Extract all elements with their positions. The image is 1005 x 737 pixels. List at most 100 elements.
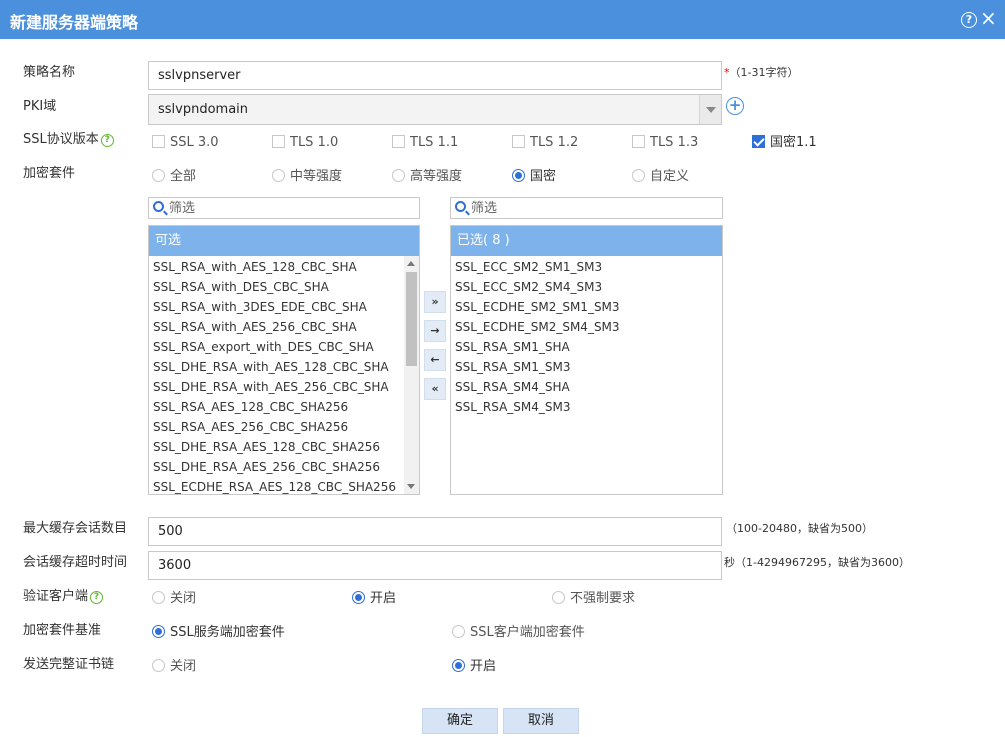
checkbox-icon[interactable]	[272, 135, 285, 148]
radio-icon[interactable]	[152, 659, 165, 672]
ssl-version-tls12[interactable]: TLS 1.2	[512, 134, 578, 152]
scroll-up-icon[interactable]	[407, 261, 415, 266]
radio-icon[interactable]	[152, 591, 165, 604]
list-item[interactable]: SSL_DHE_RSA_with_AES_256_CBC_SHA	[149, 377, 419, 397]
list-item[interactable]: SSL_ECDHE_RSA_AES_128_CBC_SHA256	[149, 477, 419, 494]
list-item[interactable]: SSL_ECC_SM2_SM1_SM3	[451, 257, 722, 277]
list-item[interactable]: SSL_RSA_SM1_SHA	[451, 337, 722, 357]
ssl-version-ssl30[interactable]: SSL 3.0	[152, 134, 219, 152]
suite-basis-label: 加密套件基准	[23, 623, 102, 638]
list-item[interactable]: SSL_DHE_RSA_AES_256_CBC_SHA256	[149, 457, 419, 477]
cache-timeout-label: 会话缓存超时时间	[23, 555, 128, 570]
selected-list[interactable]: 已选( 8 ) SSL_ECC_SM2_SM1_SM3 SSL_ECC_SM2_…	[450, 225, 723, 495]
list-item[interactable]: SSL_RSA_SM1_SM3	[451, 357, 722, 377]
radio-icon[interactable]	[632, 169, 645, 182]
list-item[interactable]: SSL_RSA_with_3DES_EDE_CBC_SHA	[149, 297, 419, 317]
available-list[interactable]: 可选 SSL_RSA_with_AES_128_CBC_SHA SSL_RSA_…	[148, 225, 420, 495]
question-icon[interactable]: ?	[100, 134, 114, 147]
add-pki-domain-icon[interactable]: +	[726, 97, 744, 115]
pki-domain-value: sslvpndomain	[158, 102, 249, 117]
cipher-suite-medium[interactable]: 中等强度	[272, 168, 342, 186]
list-item[interactable]: SSL_ECDHE_SM2_SM4_SM3	[451, 317, 722, 337]
policy-name-label: 策略名称	[23, 65, 76, 80]
available-filter[interactable]	[148, 197, 420, 219]
ssl-version-tls11[interactable]: TLS 1.1	[392, 134, 458, 152]
list-item[interactable]: SSL_RSA_AES_256_CBC_SHA256	[149, 417, 419, 437]
list-item[interactable]: SSL_RSA_with_AES_256_CBC_SHA	[149, 317, 419, 337]
checkbox-icon[interactable]	[632, 135, 645, 148]
selected-items: SSL_ECC_SM2_SM1_SM3 SSL_ECC_SM2_SM4_SM3 …	[451, 256, 722, 417]
verify-client-optional[interactable]: 不强制要求	[552, 590, 635, 608]
selected-filter-input[interactable]	[471, 200, 718, 216]
scroll-thumb[interactable]	[406, 272, 417, 366]
search-icon	[455, 201, 466, 212]
cancel-button[interactable]: 取消	[503, 708, 579, 734]
help-icon[interactable]: ?	[961, 12, 977, 28]
list-item[interactable]: SSL_RSA_AES_128_CBC_SHA256	[149, 397, 419, 417]
ssl-version-tls13[interactable]: TLS 1.3	[632, 134, 698, 152]
checkbox-icon[interactable]	[392, 135, 405, 148]
cache-timeout-hint: 秒（1-4294967295，缺省为3600）	[724, 556, 910, 569]
ssl-version-tls10[interactable]: TLS 1.0	[272, 134, 338, 152]
suite-basis-client[interactable]: SSL客户端加密套件	[452, 624, 585, 642]
selected-filter[interactable]	[450, 197, 723, 219]
dialog-title: 新建服务器端策略	[10, 13, 139, 32]
list-item[interactable]: SSL_ECC_SM2_SM4_SM3	[451, 277, 722, 297]
list-item[interactable]: SSL_RSA_with_DES_CBC_SHA	[149, 277, 419, 297]
verify-client-label: 验证客户端?	[23, 585, 104, 604]
radio-selected-icon[interactable]	[352, 591, 365, 604]
radio-icon[interactable]	[552, 591, 565, 604]
policy-name-hint: *（1-31字符）	[724, 66, 799, 79]
checkbox-icon[interactable]	[512, 135, 525, 148]
ssl-version-label: SSL协议版本?	[23, 128, 114, 147]
max-cache-input[interactable]: 500	[148, 517, 722, 546]
selected-list-header: 已选( 8 )	[451, 226, 722, 256]
verify-client-off[interactable]: 关闭	[152, 590, 196, 608]
list-item[interactable]: SSL_RSA_SM4_SHA	[451, 377, 722, 397]
cipher-suite-label: 加密套件	[23, 166, 76, 181]
suite-basis-server[interactable]: SSL服务端加密套件	[152, 624, 285, 642]
list-item[interactable]: SSL_RSA_SM4_SM3	[451, 397, 722, 417]
cache-timeout-input[interactable]: 3600	[148, 551, 722, 580]
list-item[interactable]: SSL_RSA_with_AES_128_CBC_SHA	[149, 257, 419, 277]
scroll-down-icon[interactable]	[407, 484, 415, 489]
search-icon	[153, 201, 164, 212]
question-icon[interactable]: ?	[90, 591, 104, 604]
send-chain-label: 发送完整证书链	[23, 657, 115, 672]
max-cache-hint: （100-20480，缺省为500）	[726, 522, 873, 535]
radio-selected-icon[interactable]	[152, 625, 165, 638]
max-cache-label: 最大缓存会话数目	[23, 521, 128, 536]
pki-domain-select[interactable]: sslvpndomain	[148, 94, 722, 125]
radio-icon[interactable]	[392, 169, 405, 182]
send-chain-off[interactable]: 关闭	[152, 658, 196, 676]
add-all-button[interactable]: »	[424, 291, 446, 313]
available-filter-input[interactable]	[169, 200, 415, 216]
checkbox-checked-icon[interactable]	[752, 135, 765, 148]
checkbox-icon[interactable]	[152, 135, 165, 148]
list-item[interactable]: SSL_ECDHE_SM2_SM1_SM3	[451, 297, 722, 317]
radio-icon[interactable]	[452, 625, 465, 638]
verify-client-on[interactable]: 开启	[352, 590, 396, 608]
ok-button[interactable]: 确定	[422, 708, 498, 734]
send-chain-on[interactable]: 开启	[452, 658, 496, 676]
radio-selected-icon[interactable]	[512, 169, 525, 182]
cipher-suite-all[interactable]: 全部	[152, 168, 196, 186]
ssl-version-guomi11[interactable]: 国密1.1	[752, 134, 817, 152]
remove-all-button[interactable]: «	[424, 378, 446, 400]
chevron-down-icon[interactable]	[699, 95, 721, 124]
list-item[interactable]: SSL_DHE_RSA_AES_128_CBC_SHA256	[149, 437, 419, 457]
cipher-suite-guomi[interactable]: 国密	[512, 168, 556, 186]
cipher-suite-high[interactable]: 高等强度	[392, 168, 462, 186]
close-icon[interactable]: ×	[980, 7, 997, 29]
remove-button[interactable]: ←	[424, 349, 446, 371]
radio-selected-icon[interactable]	[452, 659, 465, 672]
cipher-suite-custom[interactable]: 自定义	[632, 168, 689, 186]
radio-icon[interactable]	[152, 169, 165, 182]
add-button[interactable]: →	[424, 320, 446, 342]
available-items: SSL_RSA_with_AES_128_CBC_SHA SSL_RSA_wit…	[149, 256, 419, 494]
radio-icon[interactable]	[272, 169, 285, 182]
policy-name-input[interactable]: sslvpnserver	[148, 61, 722, 90]
available-scrollbar[interactable]	[404, 256, 419, 494]
list-item[interactable]: SSL_DHE_RSA_with_AES_128_CBC_SHA	[149, 357, 419, 377]
list-item[interactable]: SSL_RSA_export_with_DES_CBC_SHA	[149, 337, 419, 357]
